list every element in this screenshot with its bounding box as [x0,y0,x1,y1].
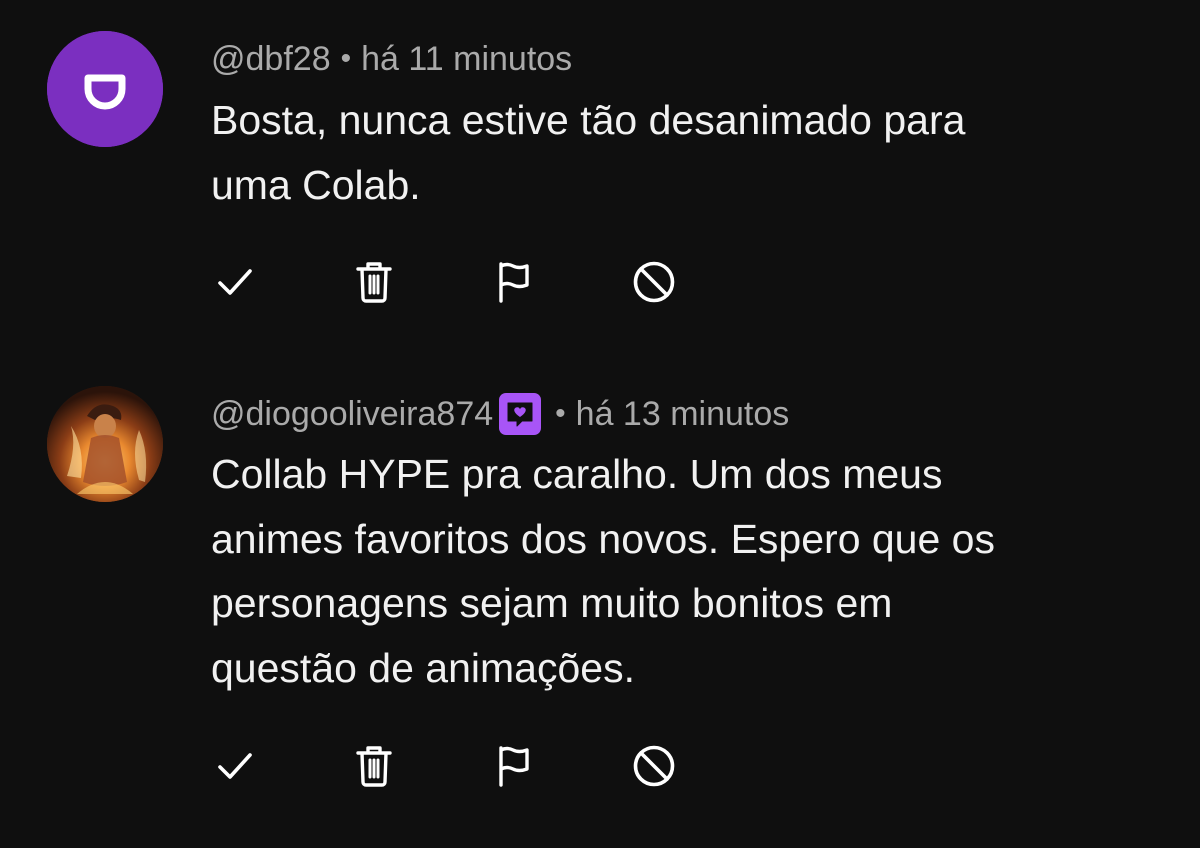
comment-text: Bosta, nunca estive tão desanimado para … [211,88,1111,217]
avatar[interactable] [47,386,163,502]
approve-button[interactable] [211,258,259,306]
flag-icon [499,262,529,303]
trash-icon [356,262,392,303]
member-badge [497,391,543,437]
comment-text-line: questão de animações. [211,644,635,691]
d-letter-avatar-icon [47,31,163,147]
comment-author-handle[interactable]: @diogooliveira874 [211,395,493,434]
check-icon [218,269,252,295]
avatar[interactable] [47,31,163,147]
remove-button[interactable] [350,258,398,306]
block-icon [633,745,675,787]
avatar-photo-image [47,386,163,502]
comment-timestamp[interactable]: há 13 minutos [576,395,790,434]
comment-timestamp[interactable]: há 11 minutos [361,40,572,79]
comment-author-handle[interactable]: @dbf28 [211,40,331,79]
meta-separator: • [555,397,566,430]
comment-meta: @diogooliveira874 • há 13 minutos [211,389,789,439]
comment-text-line: uma Colab. [211,161,421,208]
comment-meta: @dbf28 • há 11 minutos [211,34,572,84]
trash-icon [356,746,392,787]
comment-text: Collab HYPE pra caralho. Um dos meus ani… [211,442,1111,700]
remove-button[interactable] [350,742,398,790]
block-icon [633,261,675,303]
comment-text-line: Bosta, nunca estive tão desanimado para [211,97,966,143]
comment-text-line: animes favoritos dos novos. Espero que o… [211,515,995,562]
hide-user-button[interactable] [630,258,678,306]
meta-separator: • [340,42,352,75]
approve-button[interactable] [211,742,259,790]
comment-text-line: Collab HYPE pra caralho. Um dos meus [211,451,943,497]
hide-user-button[interactable] [630,742,678,790]
report-button[interactable] [489,258,537,306]
comment-text-line: personagens sejam muito bonitos em [211,580,893,626]
flag-icon [499,746,529,787]
check-icon [218,753,252,779]
report-button[interactable] [489,742,537,790]
member-heart-badge-icon [499,393,542,435]
